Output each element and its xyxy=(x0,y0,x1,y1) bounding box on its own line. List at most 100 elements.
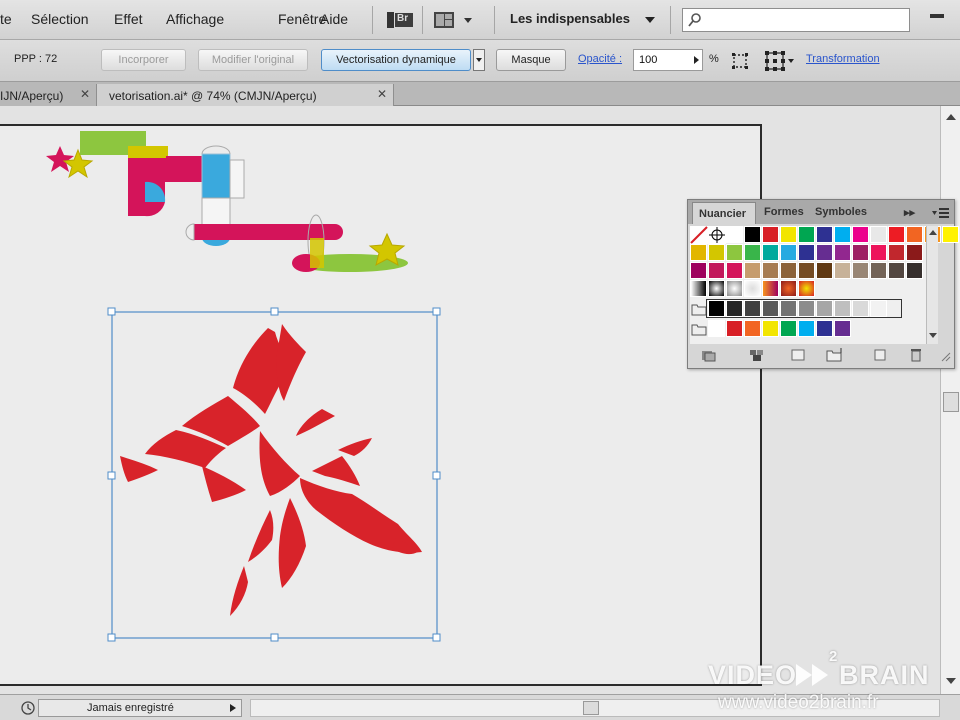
tab-symboles[interactable]: Symboles xyxy=(815,206,867,218)
gradient-swatch[interactable] xyxy=(780,280,797,297)
close-icon[interactable]: ✕ xyxy=(377,84,387,104)
scroll-up-icon[interactable] xyxy=(928,228,938,236)
registration-swatch[interactable] xyxy=(708,226,726,244)
color-swatch[interactable] xyxy=(816,226,833,243)
color-swatch[interactable] xyxy=(798,320,815,337)
color-swatch[interactable] xyxy=(816,320,833,337)
color-group-folder-icon[interactable] xyxy=(691,302,707,316)
none-swatch[interactable] xyxy=(690,226,708,244)
vectorisation-options-button[interactable] xyxy=(473,49,485,71)
gradient-swatch[interactable] xyxy=(708,280,725,297)
artboard[interactable] xyxy=(0,124,762,686)
color-swatch[interactable] xyxy=(852,226,869,243)
color-swatch[interactable] xyxy=(780,226,797,243)
color-swatch[interactable] xyxy=(780,262,797,279)
color-swatch[interactable] xyxy=(906,226,923,243)
scroll-thumb[interactable] xyxy=(583,701,599,715)
menu-fenetre[interactable]: Fenêtre xyxy=(278,11,326,27)
color-swatch[interactable] xyxy=(870,262,887,279)
opacite-link[interactable]: Opacité : xyxy=(578,53,622,65)
canvas-area[interactable] xyxy=(0,106,940,694)
menu-selection[interactable]: Sélection xyxy=(31,11,89,27)
transformation-link[interactable]: Transformation xyxy=(806,53,880,65)
show-kinds-button[interactable] xyxy=(748,348,766,365)
color-swatch[interactable] xyxy=(942,226,959,243)
color-group-folder-icon[interactable] xyxy=(691,322,707,336)
vectorisation-dynamique-button[interactable]: Vectorisation dynamique xyxy=(321,49,471,71)
masque-button[interactable]: Masque xyxy=(496,49,566,71)
color-swatch[interactable] xyxy=(888,262,905,279)
color-swatch[interactable] xyxy=(852,262,869,279)
scroll-down-icon[interactable] xyxy=(928,332,938,340)
gradient-swatch[interactable] xyxy=(690,280,707,297)
color-swatch[interactable] xyxy=(834,320,851,337)
color-swatch[interactable] xyxy=(798,226,815,243)
color-swatch[interactable] xyxy=(726,226,743,243)
document-tab-1[interactable]: IJN/Aperçu) ✕ xyxy=(0,84,96,106)
color-swatch[interactable] xyxy=(762,262,779,279)
gradient-swatch[interactable] xyxy=(726,280,743,297)
modifier-original-button[interactable]: Modifier l'original xyxy=(198,49,308,71)
bridge-button[interactable]: Br xyxy=(386,10,414,30)
butterfly-artwork[interactable] xyxy=(120,324,422,616)
decorative-shapes[interactable] xyxy=(46,131,408,272)
color-swatch[interactable] xyxy=(816,262,833,279)
history-icon[interactable] xyxy=(20,700,36,716)
scroll-up-icon[interactable] xyxy=(942,110,960,124)
color-swatch[interactable] xyxy=(834,244,851,261)
color-swatch[interactable] xyxy=(906,262,923,279)
opacity-input[interactable]: 100 xyxy=(633,49,703,71)
color-swatch[interactable] xyxy=(798,262,815,279)
swatch-scrollbar[interactable] xyxy=(926,226,938,344)
color-swatch[interactable] xyxy=(762,320,779,337)
arrange-documents-button[interactable] xyxy=(432,10,476,30)
color-swatch[interactable] xyxy=(726,244,743,261)
menu-effet[interactable]: Effet xyxy=(114,11,143,27)
close-icon[interactable]: ✕ xyxy=(80,84,90,104)
delete-swatch-button[interactable] xyxy=(908,348,924,365)
menu-affichage[interactable]: Affichage xyxy=(166,11,224,27)
color-swatch[interactable] xyxy=(690,262,707,279)
color-swatch[interactable] xyxy=(708,262,725,279)
color-swatch[interactable] xyxy=(888,244,905,261)
workspace-switcher[interactable]: Les indispensables xyxy=(508,10,662,30)
color-swatch[interactable] xyxy=(852,244,869,261)
tab-formes[interactable]: Formes xyxy=(764,206,804,218)
color-swatch[interactable] xyxy=(726,320,743,337)
color-swatch[interactable] xyxy=(744,244,761,261)
color-swatch[interactable] xyxy=(906,244,923,261)
panel-resize-handle[interactable] xyxy=(940,350,952,362)
document-tab-2[interactable]: vetorisation.ai* @ 74% (CMJN/Aperçu) ✕ xyxy=(96,84,394,106)
color-swatch[interactable] xyxy=(798,244,815,261)
incorporer-button[interactable]: Incorporer xyxy=(101,49,186,71)
minimize-button[interactable] xyxy=(930,14,944,18)
vertical-scrollbar[interactable] xyxy=(940,106,960,694)
color-swatch[interactable] xyxy=(726,262,743,279)
color-swatch[interactable] xyxy=(690,244,707,261)
search-input[interactable] xyxy=(682,8,910,32)
gradient-swatch[interactable] xyxy=(744,280,761,297)
color-swatch[interactable] xyxy=(744,320,761,337)
color-swatch[interactable] xyxy=(744,226,761,243)
swatch-library-button[interactable] xyxy=(700,348,718,365)
color-swatch[interactable] xyxy=(780,244,797,261)
new-color-group-button[interactable] xyxy=(826,348,844,365)
align-button[interactable] xyxy=(731,52,749,70)
color-swatch[interactable] xyxy=(888,226,905,243)
color-swatch[interactable] xyxy=(744,262,761,279)
color-swatch[interactable] xyxy=(870,244,887,261)
color-swatch[interactable] xyxy=(834,226,851,243)
reference-point-button[interactable] xyxy=(764,50,796,72)
menu-texte[interactable]: te xyxy=(0,11,12,27)
gradient-swatch[interactable] xyxy=(762,280,779,297)
color-swatch[interactable] xyxy=(708,244,725,261)
save-status-dropdown[interactable]: Jamais enregistré xyxy=(38,699,242,717)
color-swatch[interactable] xyxy=(762,244,779,261)
color-swatch[interactable] xyxy=(870,226,887,243)
tab-nuancier[interactable]: Nuancier xyxy=(692,202,756,224)
scroll-down-icon[interactable] xyxy=(942,674,960,688)
color-swatch[interactable] xyxy=(762,226,779,243)
color-swatch[interactable] xyxy=(780,320,797,337)
scroll-thumb[interactable] xyxy=(943,392,959,412)
panel-menu-icon[interactable] xyxy=(931,206,951,220)
